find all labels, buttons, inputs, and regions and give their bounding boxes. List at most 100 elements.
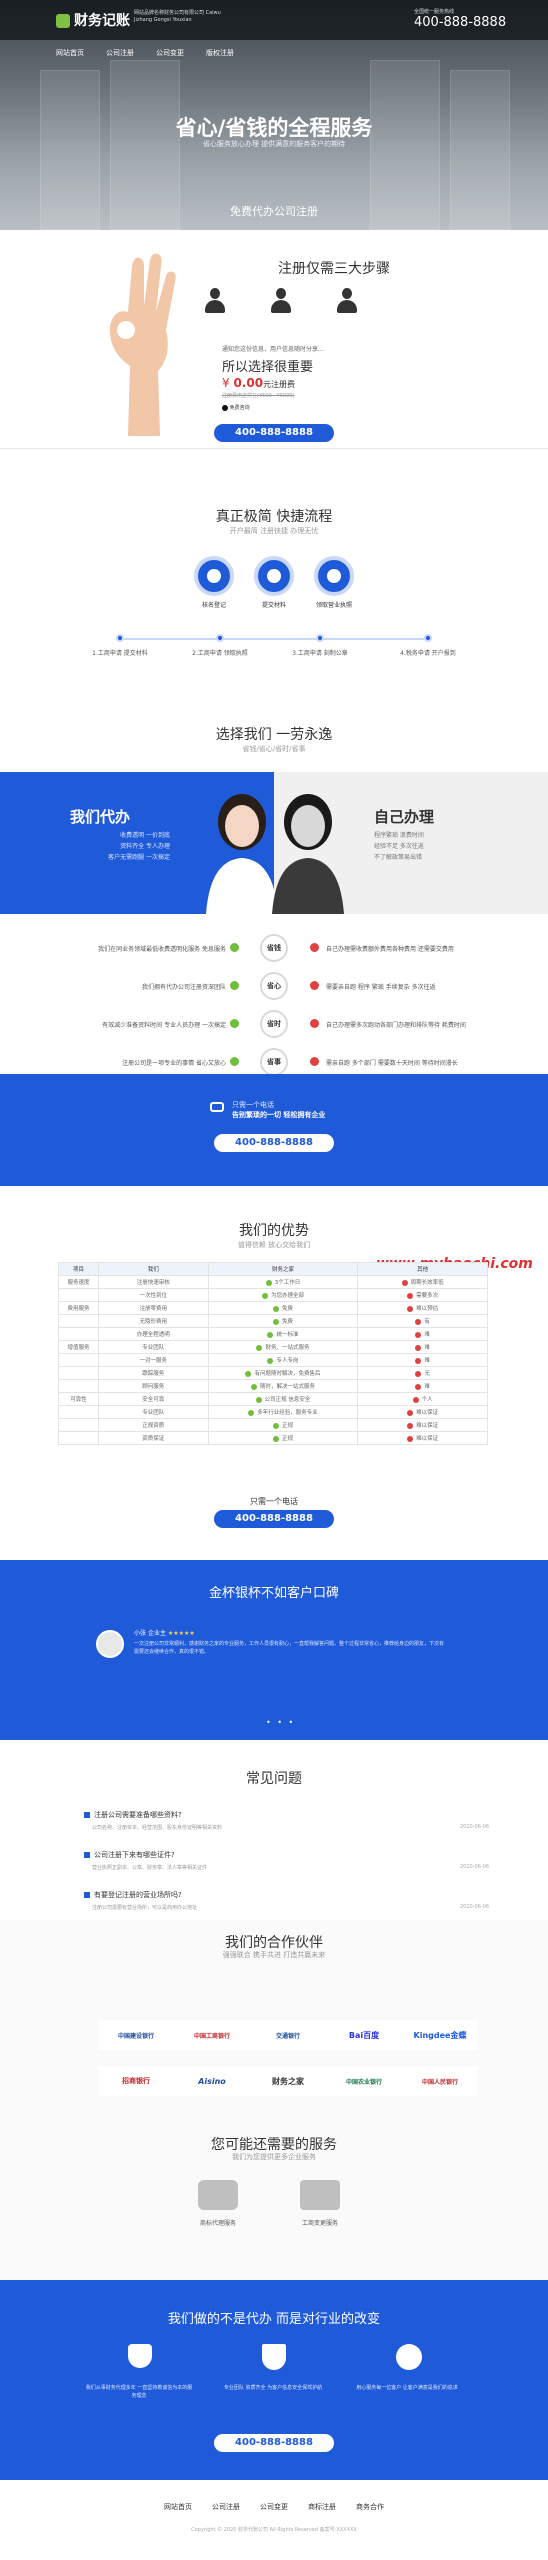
faq-question[interactable]: 有要登记注册的营业场所吗? (94, 1890, 182, 1900)
table-cell: 费用服务 (58, 1301, 99, 1315)
compare-button-save-time[interactable]: 省时 (260, 1010, 288, 1038)
main-nav: 网站首页 公司注册 公司变更 版权注册 (0, 42, 548, 66)
shield-icon (262, 2344, 286, 2370)
faq-question[interactable]: 注册公司需要准备哪些资料? (94, 1810, 182, 1820)
partner-logo[interactable]: 中国农业银行 (326, 2066, 402, 2096)
timeline-step-3: 3.工商申请 刻制公章 (292, 650, 348, 657)
cross-icon (407, 1305, 414, 1312)
table-row: 一对一服务 专人专岗难 (58, 1353, 488, 1367)
table-cell: 一对一服务 (97, 1353, 209, 1367)
cross-icon (415, 1318, 422, 1325)
col-header: 其他 (357, 1262, 488, 1276)
compare-button-save-worry[interactable]: 省心 (260, 972, 288, 1000)
service-item[interactable]: 商标代理服务 (176, 2218, 260, 2227)
review-text: 一次注册公司非常顺利，感谢财务之家的专业服务，工作人员很有耐心，一直帮我解答问题… (134, 1641, 445, 1655)
partner-logo[interactable]: 交通银行 (250, 2020, 326, 2050)
footer-link[interactable]: 商务合作 (356, 2502, 384, 2512)
table-row: 资质保证 正规 难以保证 (58, 1431, 488, 1445)
compare-left-3: 有效减少准备资料时间 专业人员办理 一次搞定 (102, 1022, 226, 1029)
hotline: 全国统一服务热线 400-888-8888 (414, 8, 506, 30)
check-icon (261, 1292, 268, 1299)
check-icon (272, 1435, 279, 1442)
check-icon (267, 1357, 274, 1364)
women-image (186, 780, 362, 914)
table-cell: 专人专岗 (207, 1353, 359, 1367)
advantage-subtitle: 值得信赖 放心交给我们 (237, 1241, 311, 1249)
register-phone-button[interactable]: 400-888-8888 (214, 424, 334, 442)
table-cell: 一次性到位 (97, 1288, 209, 1302)
check-icon (272, 1305, 279, 1312)
top-header: 财务记账 网站品牌名称财务公司有限公司 Caiwu Jizhang Gongsi… (0, 0, 548, 40)
cross-icon (310, 1019, 319, 1028)
cta-phone-button[interactable]: 400-888-8888 (214, 1134, 334, 1152)
table-cell: 个人 (357, 1392, 488, 1406)
nav-item-register[interactable]: 公司注册 (106, 48, 134, 58)
table-cell (58, 1405, 99, 1419)
compare-button-save-effort[interactable]: 省事 (260, 1048, 288, 1076)
table-cell: 正规 (207, 1418, 359, 1432)
faq-marker (84, 1812, 90, 1818)
table-row: 办理全程透明 统一标准难 (58, 1327, 488, 1341)
timeline-dot (216, 634, 224, 642)
compare-right-1: 自己办理需收费额外费用各种费用 还需要交费用 (326, 946, 454, 953)
faq-date: 2020-06-06 (460, 1824, 490, 1830)
col-header: 我们 (97, 1262, 209, 1276)
faq-question[interactable]: 公司注册下来有哪些证件? (94, 1850, 175, 1860)
choose-right-title: 自己办理 (374, 808, 435, 826)
table-cell: 免费 (207, 1301, 359, 1315)
faq-answer: 注册公司需要有营业场所，可以是商用办公地址 (92, 1905, 198, 1911)
service-item[interactable]: 工商变更服务 (278, 2218, 362, 2227)
register-headline: 所以选择很重要 (222, 360, 314, 375)
person-icon-1 (202, 288, 228, 314)
hotline-number[interactable]: 400-888-8888 (414, 15, 506, 30)
partner-logo[interactable]: Bai百度 (326, 2020, 402, 2050)
partner-logo[interactable]: 中国建设银行 (98, 2020, 174, 2050)
cross-icon (407, 1292, 414, 1299)
faq-answer: 公司名称、注册资本、经营范围、股东身份证明等相关资料 (92, 1825, 223, 1831)
nav-item-home[interactable]: 网站首页 (56, 48, 84, 58)
cross-icon (415, 1383, 422, 1390)
footer-link[interactable]: 公司变更 (260, 2502, 288, 2512)
partner-logo[interactable]: 中国人民银行 (402, 2066, 478, 2096)
table-cell: 跟踪服务 (97, 1366, 209, 1380)
table-cell: 难以保证 (357, 1418, 488, 1432)
compare-button-save-money[interactable]: 省钱 (260, 934, 288, 962)
carousel-dots[interactable]: • • • (266, 1718, 295, 1727)
partner-logo[interactable]: Aisino (174, 2066, 250, 2096)
footer-link[interactable]: 公司注册 (212, 2502, 240, 2512)
cross-icon (415, 1370, 422, 1377)
phone-icon (210, 1102, 224, 1112)
footer-link[interactable]: 商标注册 (308, 2502, 336, 2512)
flow-icon-label-1: 核名登记 (201, 602, 226, 609)
hero-title: 省心/省钱的全程服务 (175, 116, 373, 140)
page: 省心/省钱的全程服务 省心服务放心办理 提供满意的服务客户的期待 免费代办公司注… (0, 0, 548, 2560)
change-phone-button[interactable]: 400-888-8888 (214, 2434, 334, 2452)
flow-subtitle: 开户最简 注册快捷 办理无忧 (229, 527, 319, 535)
invoice-icon (300, 2180, 340, 2210)
compare-right-4: 需亲自跑 多个部门 需要数十天时间 等待时间漫长 (326, 1060, 458, 1067)
nav-item-copyright[interactable]: 版权注册 (206, 48, 234, 58)
footer-link[interactable]: 网站首页 (164, 2502, 192, 2512)
table-cell: 正规 (207, 1431, 359, 1445)
check-icon (230, 1019, 239, 1028)
partner-logo[interactable]: 中国工商银行 (174, 2020, 250, 2050)
cross-icon (415, 1344, 422, 1351)
table-cell: 服务速度 (58, 1275, 99, 1289)
reviews-band: 金杯银杯不如客户口碑 小张 企业主 ★★★★★ 一次注册公司非常顺利，感谢财务之… (0, 1560, 548, 1740)
table-row: 一次性到位 为您办理全部 需要多次 (58, 1288, 488, 1302)
partner-logo[interactable]: 招商银行 (98, 2066, 174, 2096)
logo-icon (56, 14, 70, 28)
check-icon (272, 1422, 279, 1429)
site-logo[interactable]: 财务记账 (56, 10, 130, 30)
table-cell: 难以保证 (357, 1431, 488, 1445)
cta-line1: 只需一个电话 (232, 1101, 274, 1109)
partner-logo[interactable]: Kingdee金蝶 (402, 2020, 478, 2050)
hero-subtitle: 省心服务放心办理 提供满意的服务客户的期待 (202, 140, 346, 148)
cta-line2: 告别繁琐的一切 轻松拥有企业 (232, 1111, 326, 1119)
partner-logo[interactable]: 财务之家 (250, 2066, 326, 2096)
services-title: 您可能还需要的服务 (211, 2137, 337, 2153)
nav-item-change[interactable]: 公司变更 (156, 48, 184, 58)
advantage-phone-button[interactable]: 400-888-8888 (214, 1510, 334, 1528)
table-cell (58, 1431, 99, 1445)
table-cell: 有 (357, 1314, 488, 1328)
